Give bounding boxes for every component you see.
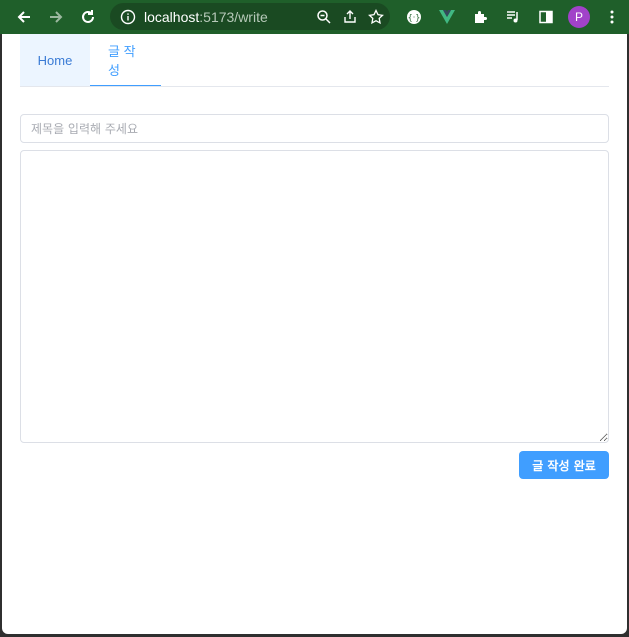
profile-avatar: P bbox=[568, 6, 590, 28]
nav-menu: Home 글 작성 bbox=[20, 34, 609, 87]
url-text: localhost:5173/write bbox=[144, 9, 268, 25]
vue-devtools-icon bbox=[439, 10, 455, 24]
forward-button[interactable] bbox=[42, 3, 70, 31]
svg-text:{·}: {·} bbox=[408, 13, 421, 22]
omnibox-actions bbox=[316, 3, 384, 30]
reload-icon bbox=[82, 10, 94, 23]
browser-menu-button[interactable] bbox=[598, 3, 626, 31]
side-panel-button[interactable] bbox=[532, 3, 560, 31]
extension-button[interactable]: {·} bbox=[400, 3, 428, 31]
media-queue-button[interactable] bbox=[499, 3, 527, 31]
back-arrow-icon bbox=[17, 11, 30, 23]
kebab-menu-icon bbox=[610, 10, 614, 24]
forward-arrow-icon bbox=[50, 11, 63, 23]
extensions-menu-button[interactable] bbox=[466, 3, 494, 31]
page-viewport: Home 글 작성 글 작성 완료 bbox=[2, 34, 627, 634]
puzzle-icon bbox=[475, 11, 487, 23]
url-path: :5173/write bbox=[199, 8, 268, 25]
vue-devtools-button[interactable] bbox=[433, 3, 461, 31]
extension-icon: {·} bbox=[407, 10, 421, 24]
profile-button[interactable]: P bbox=[565, 3, 593, 31]
zoom-icon[interactable] bbox=[316, 9, 332, 25]
side-panel-icon bbox=[539, 10, 553, 24]
media-queue-icon bbox=[507, 11, 518, 23]
reload-button[interactable] bbox=[74, 3, 102, 31]
share-icon[interactable] bbox=[342, 9, 358, 25]
content-textarea[interactable] bbox=[20, 150, 609, 443]
bookmark-star-icon[interactable] bbox=[368, 8, 384, 25]
title-input[interactable] bbox=[20, 114, 609, 143]
submit-post-button[interactable]: 글 작성 완료 bbox=[519, 451, 609, 479]
extension-toolbar: {·} P bbox=[400, 0, 626, 34]
tab-home[interactable]: Home bbox=[20, 34, 90, 86]
browser-toolbar: localhost:5173/write {·} P bbox=[0, 0, 629, 34]
back-button[interactable] bbox=[10, 3, 38, 31]
url-host: localhost bbox=[144, 8, 200, 25]
tab-write[interactable]: 글 작성 bbox=[90, 34, 161, 86]
address-bar[interactable]: localhost:5173/write bbox=[110, 3, 390, 30]
info-icon[interactable] bbox=[120, 9, 136, 25]
